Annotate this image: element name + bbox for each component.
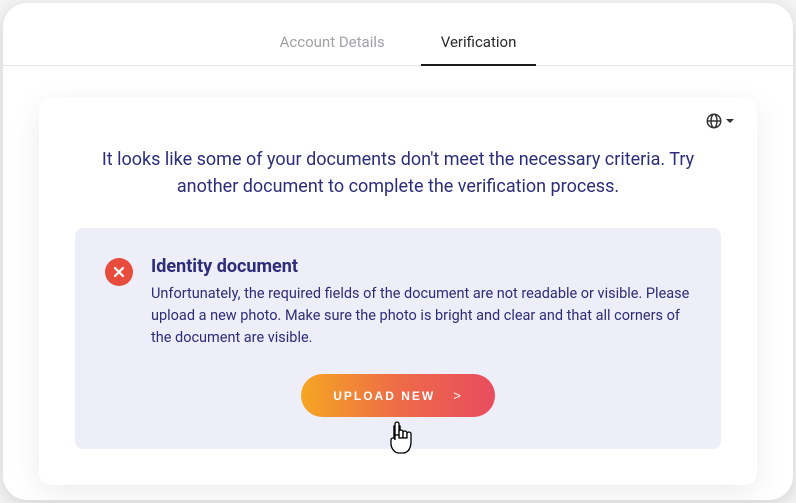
chevron-right-icon: > — [453, 388, 463, 403]
upload-button-wrap: UPLOAD NEW > — [105, 374, 691, 417]
error-content: Identity document Unfortunately, the req… — [105, 256, 691, 348]
tab-account-details[interactable]: Account Details — [252, 21, 413, 65]
error-icon — [105, 258, 133, 286]
error-panel: Identity document Unfortunately, the req… — [75, 228, 721, 449]
upload-button-label: UPLOAD NEW — [333, 389, 435, 403]
tab-verification[interactable]: Verification — [413, 21, 545, 65]
error-title: Identity document — [151, 256, 691, 277]
close-icon — [113, 266, 125, 278]
caret-down-icon — [725, 116, 735, 126]
upload-new-button[interactable]: UPLOAD NEW > — [301, 374, 495, 417]
verification-card: It looks like some of your documents don… — [39, 98, 757, 485]
verification-window: Account Details Verification It looks li… — [3, 3, 793, 500]
globe-icon — [705, 112, 723, 130]
error-text: Identity document Unfortunately, the req… — [151, 256, 691, 348]
verification-message: It looks like some of your documents don… — [83, 146, 713, 200]
error-description: Unfortunately, the required fields of th… — [151, 283, 691, 348]
language-selector[interactable] — [705, 112, 735, 130]
tab-bar: Account Details Verification — [3, 3, 793, 66]
